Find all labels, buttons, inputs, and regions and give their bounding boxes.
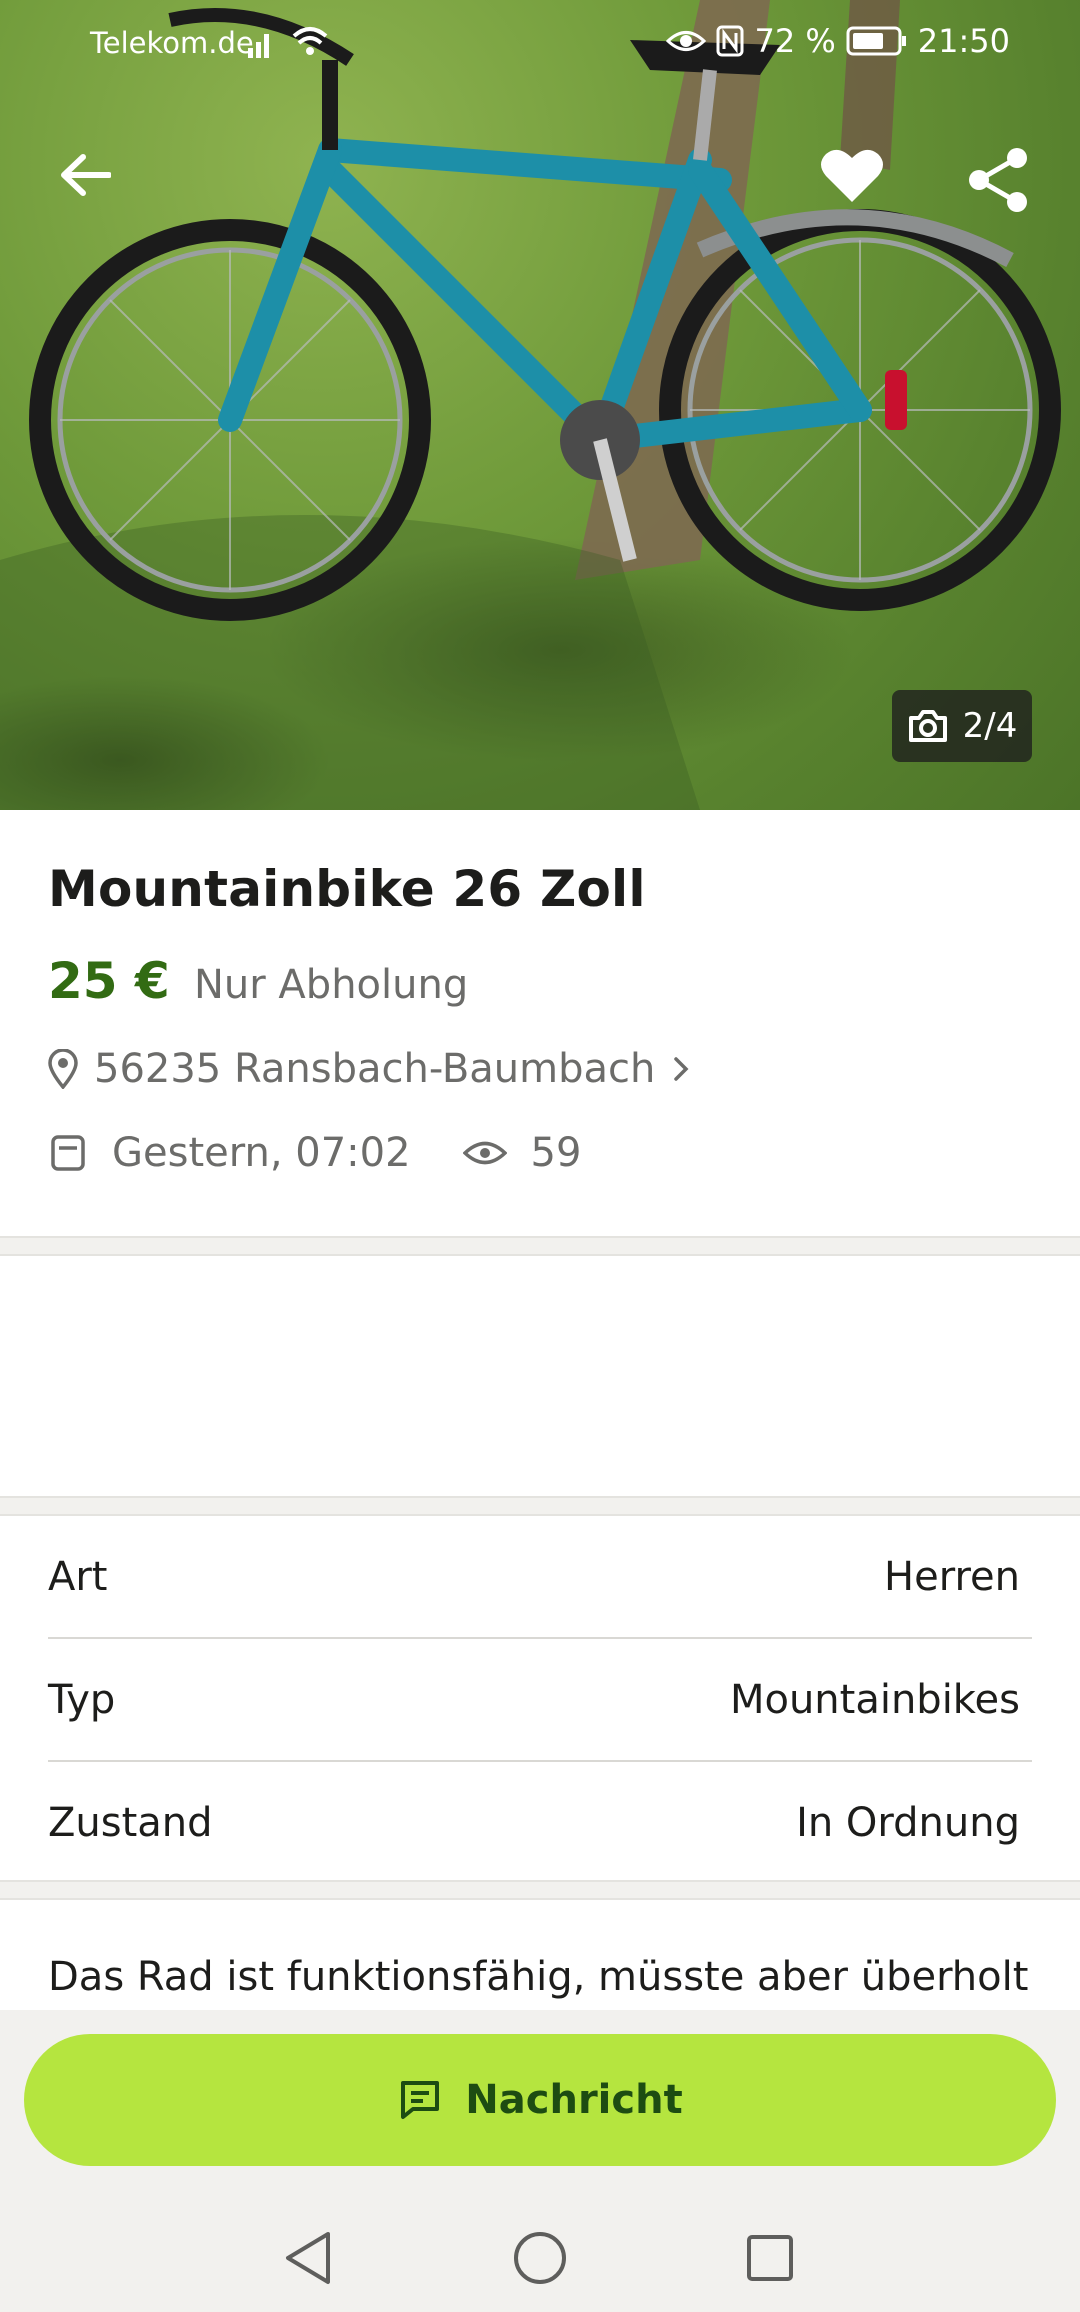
view-count: 59 (530, 1130, 582, 1176)
chat-icon (401, 2081, 440, 2119)
nav-home-button[interactable] (512, 2228, 568, 2292)
location-pin-icon (48, 1049, 78, 1089)
empty-section (0, 1256, 1080, 1496)
attribute-value: Herren (884, 1554, 1020, 1600)
calendar-icon (51, 1135, 85, 1171)
listing-meta: Gestern, 07:02 59 (48, 1130, 581, 1176)
carrier-name: Telekom.de (90, 26, 254, 60)
nfc-icon (716, 25, 744, 57)
share-button[interactable] (958, 140, 1038, 220)
image-counter-text: 2/4 (962, 706, 1018, 746)
back-button[interactable] (50, 140, 120, 210)
description-section: Das Rad ist funktionsfähig, müsste aber … (0, 1902, 1080, 2010)
nav-recents-button[interactable] (742, 2228, 798, 2292)
nav-home-circle-icon (514, 2232, 566, 2284)
listing-photo[interactable]: Telekom.de 72 % 21:50 2/4 (0, 0, 1080, 810)
attribute-label: Typ (48, 1677, 116, 1723)
listing-title: Mountainbike 26 Zoll (48, 860, 646, 918)
attributes-table: Art Herren Typ Mountainbikes Zustand In … (0, 1516, 1080, 1880)
attribute-row: Art Herren (48, 1516, 1032, 1638)
favorite-button[interactable] (812, 140, 892, 210)
views-eye-icon (462, 1141, 507, 1165)
system-nav-bar (0, 2212, 1080, 2312)
location-text: 56235 Ransbach-Baumbach (94, 1046, 656, 1092)
attribute-label: Art (48, 1554, 108, 1600)
listing-price: 25 € (48, 952, 170, 1010)
camera-icon (908, 710, 947, 742)
battery-icon (846, 26, 906, 56)
bike-photo-illustration (0, 0, 1061, 810)
status-bar: Telekom.de 72 % 21:50 (0, 0, 1080, 84)
attribute-value: Mountainbikes (729, 1677, 1020, 1723)
message-button[interactable]: Nachricht (24, 2034, 1056, 2166)
back-arrow-icon (61, 154, 111, 196)
nav-back-button[interactable] (280, 2228, 336, 2292)
message-button-label: Nachricht (465, 2077, 683, 2123)
section-divider (0, 1236, 1080, 1256)
bottom-bar: Nachricht (0, 2010, 1080, 2312)
chevron-right-icon (674, 1057, 689, 1081)
eye-comfort-icon (666, 31, 707, 51)
nav-back-triangle-icon (286, 2232, 330, 2284)
attribute-row: Typ Mountainbikes (48, 1639, 1032, 1761)
heart-icon (821, 149, 883, 202)
attribute-value: In Ordnung (796, 1800, 1020, 1846)
clock: 21:50 (917, 22, 1010, 60)
shipping-option: Nur Abholung (194, 962, 469, 1008)
location-link[interactable]: 56235 Ransbach-Baumbach (48, 1046, 691, 1092)
section-divider (0, 1880, 1080, 1900)
share-icon (969, 148, 1027, 212)
posted-date: Gestern, 07:02 (112, 1130, 411, 1176)
nav-recents-square-icon (747, 2235, 793, 2281)
section-divider (0, 1496, 1080, 1516)
description-text: Das Rad ist funktionsfähig, müsste aber … (48, 1954, 1029, 2000)
attribute-label: Zustand (48, 1800, 213, 1846)
attribute-row: Zustand In Ordnung (48, 1762, 1032, 1884)
listing-info: Mountainbike 26 Zoll 25 € Nur Abholung 5… (0, 810, 1080, 1236)
image-counter-badge: 2/4 (892, 690, 1032, 762)
signal-wifi-icon (248, 27, 328, 58)
battery-percent: 72 % (754, 22, 836, 60)
